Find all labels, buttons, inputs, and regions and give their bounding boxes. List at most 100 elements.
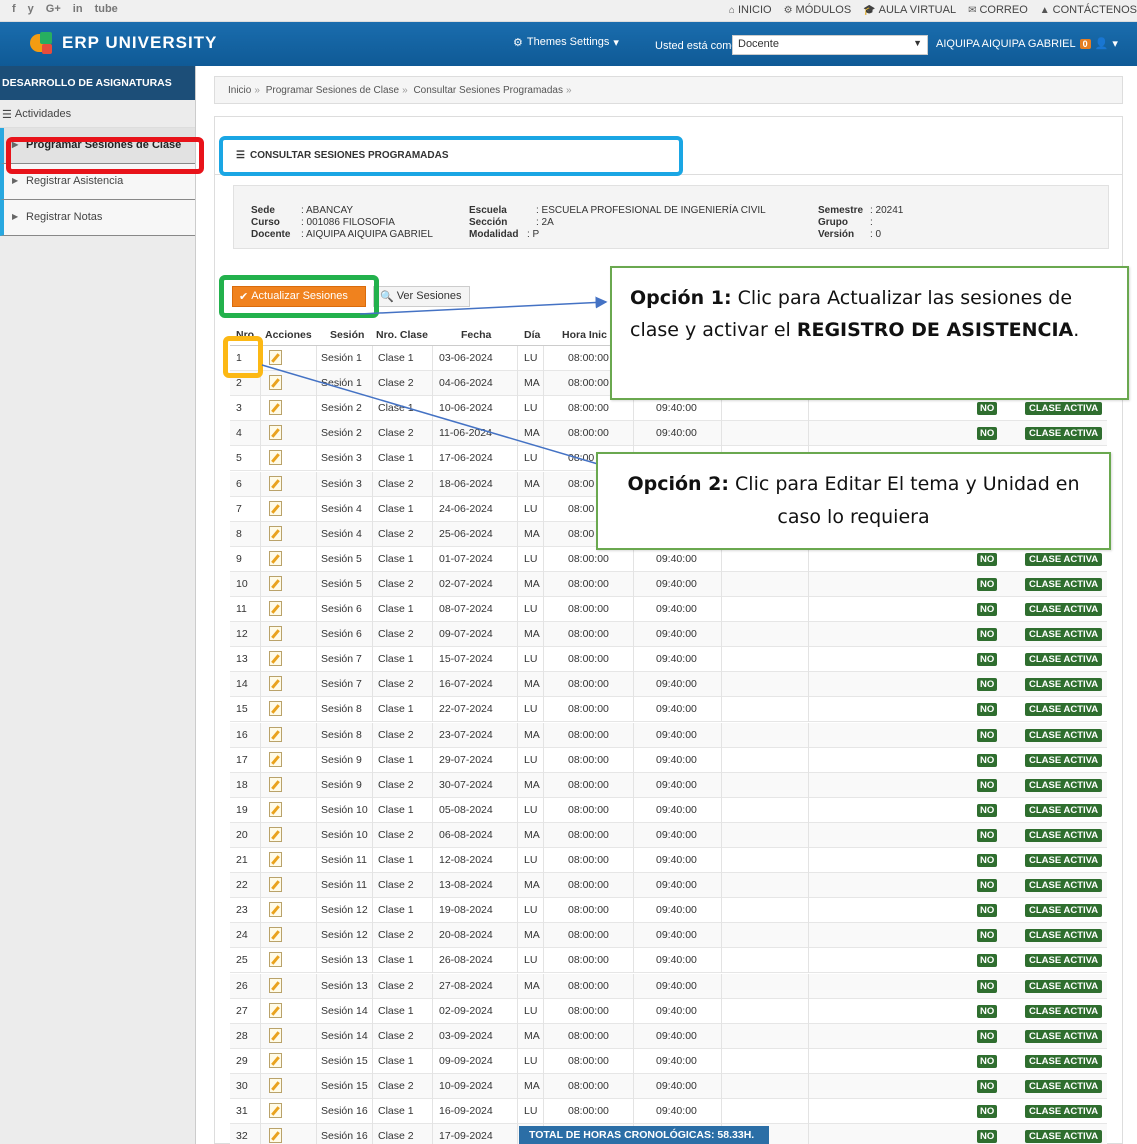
edit-icon[interactable]	[269, 425, 282, 441]
user-menu[interactable]: AIQUIPA AIQUIPA GABRIEL 0 👤 ▾	[936, 37, 1118, 51]
edit-icon[interactable]	[269, 550, 282, 566]
edit-icon[interactable]	[269, 877, 282, 893]
nav-contactenos[interactable]: ▲ CONTÁCTENOS	[1040, 4, 1137, 16]
cell-divider	[633, 571, 634, 597]
edit-icon[interactable]	[269, 450, 282, 466]
edit-icon[interactable]	[269, 826, 282, 842]
cell-clase: Clase 1	[378, 954, 414, 967]
callout-option-1: Opción 1: Clic para Actualizar las sesio…	[610, 266, 1129, 400]
cell-hora-inicio: 08:00:00	[568, 929, 609, 942]
edit-icon[interactable]	[269, 575, 282, 591]
cell-divider	[260, 1023, 261, 1049]
cell-nro: 28	[236, 1029, 248, 1042]
brand-logo[interactable]: ERP UNIVERSITY	[30, 32, 217, 54]
cell-divider	[543, 848, 544, 873]
breadcrumb-programar[interactable]: Programar Sesiones de Clase	[266, 85, 399, 96]
role-select[interactable]: Docente ▼	[732, 35, 928, 55]
edit-icon[interactable]	[269, 601, 282, 616]
cell-clase: Clase 2	[378, 1079, 414, 1092]
edit-icon[interactable]	[269, 1002, 282, 1018]
edit-icon[interactable]	[269, 350, 282, 365]
edit-icon[interactable]	[269, 977, 282, 993]
facebook-icon[interactable]: f	[12, 3, 16, 15]
cell-divider	[432, 672, 433, 698]
edit-icon[interactable]	[269, 1027, 282, 1043]
cell-hora-inicio: 08:00:00	[568, 352, 609, 364]
edit-icon[interactable]	[269, 927, 282, 943]
cell-divider	[543, 923, 544, 949]
cell-divider	[316, 622, 317, 648]
cell-nro: 24	[236, 929, 248, 942]
edit-icon[interactable]	[269, 626, 282, 642]
seccion-value: : 2A	[536, 217, 554, 228]
edit-icon[interactable]	[269, 751, 282, 767]
cell-clase: Clase 1	[378, 854, 414, 866]
cell-sesion: Sesión 4	[321, 527, 362, 540]
cell-sesion: Sesión 13	[321, 979, 368, 992]
docente-value: : AIQUIPA AIQUIPA GABRIEL	[301, 229, 433, 240]
status-badge-active: CLASE ACTIVA	[1025, 828, 1103, 842]
cell-divider	[543, 622, 544, 648]
edit-icon[interactable]	[269, 1128, 282, 1144]
edit-icon[interactable]	[269, 500, 282, 516]
edit-icon[interactable]	[269, 1077, 282, 1093]
edit-icon[interactable]	[269, 375, 282, 391]
cell-dia: MA	[524, 377, 540, 390]
cell-divider	[517, 998, 518, 1024]
edit-icon[interactable]	[269, 952, 282, 968]
cell-hora-fin: 09:40:00	[656, 778, 697, 791]
cell-divider	[808, 722, 809, 748]
cell-divider	[808, 772, 809, 798]
nav-modulos[interactable]: ⚙ MÓDULOS	[784, 4, 852, 16]
status-badge-active: CLASE ACTIVA	[1025, 1105, 1103, 1118]
sidebar-item-registrar-notas[interactable]: ▶ Registrar Notas	[0, 200, 195, 236]
cell-divider	[432, 772, 433, 798]
cell-divider	[517, 923, 518, 949]
edit-icon[interactable]	[269, 852, 282, 867]
edit-icon[interactable]	[269, 651, 282, 667]
linkedin-icon[interactable]: in	[73, 3, 83, 15]
themes-settings[interactable]: ⚙ Themes Settings ▾	[513, 36, 619, 49]
edit-icon[interactable]	[269, 726, 282, 742]
twitter-icon[interactable]: y	[28, 3, 34, 15]
edit-icon[interactable]	[269, 525, 282, 541]
edit-icon[interactable]	[269, 801, 282, 817]
cell-nro: 8	[236, 527, 242, 540]
edit-icon[interactable]	[269, 701, 282, 717]
nav-aula-virtual[interactable]: 🎓 AULA VIRTUAL	[863, 4, 956, 16]
cell-fecha: 01-07-2024	[439, 552, 493, 565]
status-badge-no: NO	[977, 402, 998, 416]
cell-dia: MA	[524, 828, 540, 841]
cell-clase: Clase 1	[378, 803, 414, 816]
view-sessions-button[interactable]: 🔍 Ver Sesiones	[373, 286, 470, 307]
nav-correo[interactable]: ✉ CORREO	[968, 4, 1028, 16]
sidebar-activities[interactable]: ☰ Actividades	[0, 100, 195, 128]
edit-icon[interactable]	[269, 400, 282, 416]
app-header: ERP UNIVERSITY ⚙ Themes Settings ▾ Usted e…	[0, 22, 1137, 66]
edit-icon[interactable]	[269, 1103, 282, 1118]
cell-divider	[372, 521, 373, 547]
nav-inicio[interactable]: ⌂ INICIO	[729, 4, 772, 16]
google-plus-icon[interactable]: G+	[46, 3, 61, 15]
cell-fecha: 05-08-2024	[439, 803, 493, 816]
table-row: 26 Sesión 13 Clase 2 27-08-2024 MA 08:00:00 09…	[230, 973, 1107, 999]
cell-divider	[372, 722, 373, 748]
edit-icon[interactable]	[269, 1052, 282, 1068]
edit-icon[interactable]	[269, 776, 282, 792]
cell-divider	[543, 521, 544, 547]
edit-icon[interactable]	[269, 475, 282, 491]
table-row: 27 Sesión 14 Clase 1 02-09-2024 LU 08:00:00 09…	[230, 998, 1107, 1024]
status-badge-active: CLASE ACTIVA	[1025, 678, 1103, 692]
youtube-icon[interactable]: tube	[95, 3, 118, 15]
table-row: 21 Sesión 11 Clase 1 12-08-2024 LU 08:00:00 09…	[230, 848, 1107, 873]
cell-divider	[808, 948, 809, 974]
breadcrumb-inicio[interactable]: Inicio	[228, 85, 251, 96]
edit-icon[interactable]	[269, 902, 282, 918]
cell-sesion: Sesión 5	[321, 552, 362, 565]
cell-hora-fin: 09:40:00	[656, 577, 697, 590]
edit-icon[interactable]	[269, 676, 282, 692]
cell-divider	[808, 898, 809, 924]
cell-sesion: Sesión 16	[321, 1105, 368, 1117]
callout1-bold: Opción 1:	[630, 287, 732, 309]
cell-divider	[633, 998, 634, 1024]
